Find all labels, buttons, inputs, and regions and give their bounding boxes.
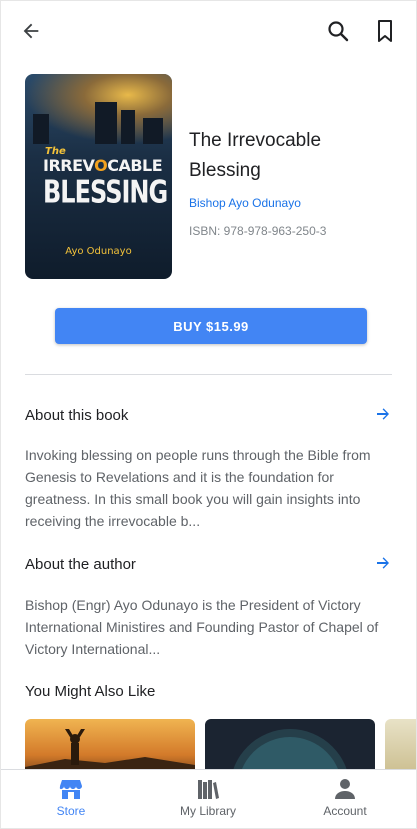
nav-account-label: Account (323, 804, 367, 818)
bottom-navigation: Store My Library Account (1, 769, 416, 828)
nav-my-library[interactable]: My Library (168, 770, 248, 828)
cover-title-part: IRREV (43, 156, 95, 175)
buy-button[interactable]: BUY $15.99 (55, 308, 367, 344)
book-author-link[interactable]: Bishop Ayo Odunayo (189, 196, 301, 210)
cover-building (121, 110, 135, 144)
cover-building (95, 102, 117, 144)
bookmark-icon (378, 20, 392, 42)
nav-library-label: My Library (179, 804, 236, 818)
about-author-heading[interactable]: About the author (25, 556, 136, 573)
arrow-right-icon[interactable] (375, 406, 391, 422)
nav-store[interactable]: Store (41, 770, 101, 828)
cover-building (143, 118, 163, 144)
book-cover[interactable]: The IRREVOCABLE BLESSING Ayo Odunayo (25, 74, 172, 279)
cover-building (33, 114, 49, 144)
cover-title-line1: IRREVOCABLE (43, 156, 163, 175)
app-frame: The IRREVOCABLE BLESSING Ayo Odunayo The… (0, 0, 417, 829)
search-button[interactable] (322, 15, 354, 47)
divider (25, 374, 392, 375)
nav-store-label: Store (56, 804, 86, 818)
arrow-right-icon[interactable] (375, 555, 391, 571)
about-book-text: Invoking blessing on people runs through… (25, 447, 371, 529)
cover-title-part: CABLE (107, 156, 163, 175)
book-title: The Irrevocable Blessing (189, 130, 322, 181)
cover-author: Ayo Odunayo (65, 246, 132, 257)
top-bar (1, 1, 416, 61)
cover-title-o: O (94, 156, 108, 175)
back-button[interactable] (15, 15, 47, 47)
about-author-text: Bishop (Engr) Ayo Odunayo is the Preside… (25, 597, 379, 657)
account-icon (335, 779, 355, 799)
nav-account[interactable]: Account (310, 770, 380, 828)
book-isbn: ISBN: 978-978-963-250-3 (189, 224, 327, 238)
store-icon (59, 780, 82, 799)
arrow-left-icon (23, 23, 39, 39)
about-book-heading[interactable]: About this book (25, 407, 128, 424)
bookmark-button[interactable] (369, 15, 401, 47)
search-icon (328, 21, 349, 42)
library-icon (198, 780, 219, 799)
cover-title-line2: BLESSING (43, 174, 168, 211)
recommend-heading: You Might Also Like (25, 683, 156, 700)
